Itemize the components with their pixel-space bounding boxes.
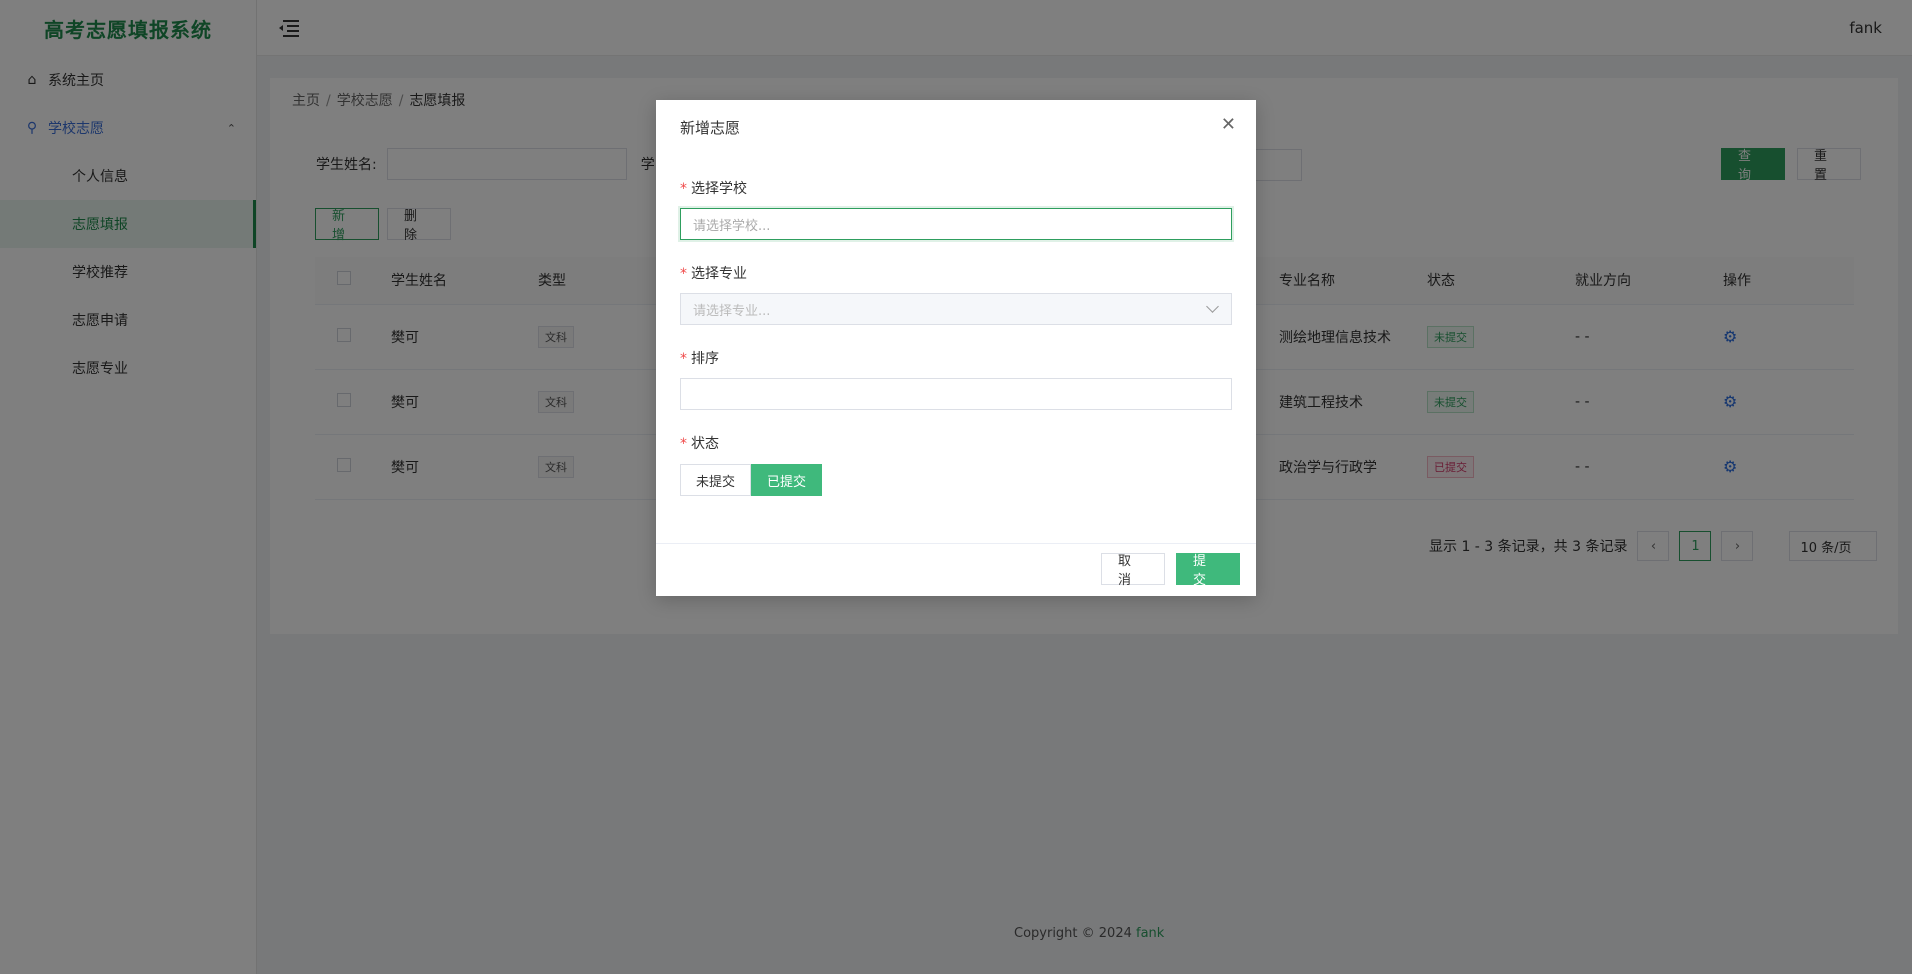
- major-field-label: * 选择专业: [680, 266, 747, 282]
- chevron-down-icon: [1206, 300, 1219, 313]
- school-select[interactable]: 请选择学校...: [680, 208, 1232, 240]
- status-radio-group: 未提交 已提交: [680, 464, 823, 496]
- dialog-footer: [656, 543, 1256, 596]
- submit-button[interactable]: 提 交: [1176, 553, 1240, 588]
- dialog-title: 新增志愿: [680, 119, 741, 137]
- status-option-submitted[interactable]: 已提交: [751, 464, 823, 496]
- cancel-button[interactable]: 取 消: [1101, 553, 1165, 588]
- major-select-placeholder: 请选择专业...: [693, 303, 771, 319]
- status-field-label: * 状态: [680, 436, 719, 452]
- order-field-label: * 排序: [680, 351, 719, 367]
- status-option-unsubmitted[interactable]: 未提交: [680, 464, 752, 496]
- close-icon[interactable]: ✕: [1221, 114, 1236, 135]
- order-input[interactable]: [680, 378, 1232, 410]
- school-field-label: * 选择学校: [680, 181, 747, 197]
- major-select[interactable]: 请选择专业...: [680, 293, 1232, 325]
- add-wish-dialog: 新增志愿 ✕ * 选择学校 请选择学校... * 选择专业 请选择专业... * 排序…: [656, 100, 1256, 596]
